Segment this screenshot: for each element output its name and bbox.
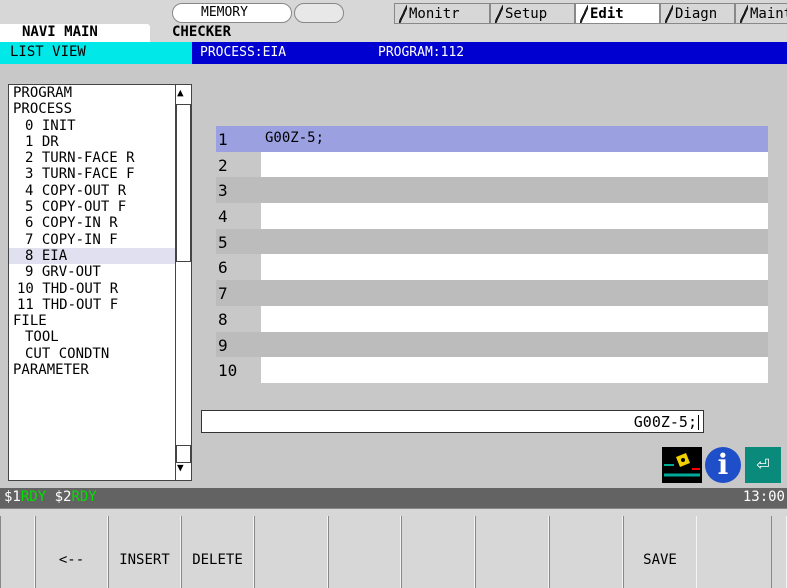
function-key-8[interactable] [475, 516, 549, 588]
memory-label: MEMORY [201, 5, 248, 20]
program-line-row[interactable]: 4 [216, 203, 768, 229]
tab-monitr[interactable]: Monitr [394, 3, 490, 24]
function-key-11[interactable] [771, 516, 787, 588]
tree-item[interactable]: 6 COPY-IN R [9, 215, 191, 231]
list-view-tree[interactable]: PROGRAM PROCESS 0 INIT 1 DR 2 TURN-FACE R3 T… [8, 84, 192, 481]
line-text[interactable] [261, 203, 768, 229]
program-line-row[interactable]: 3 [216, 177, 768, 204]
tree-item[interactable]: CUT CONDTN [9, 346, 191, 362]
function-key-2[interactable]: <-- [35, 516, 108, 588]
process-label: PROCESS:EIA [200, 45, 287, 60]
line-number: 9 [216, 331, 261, 358]
function-key-9[interactable] [549, 516, 623, 588]
program-line-row[interactable]: 1 G00Z-5; [216, 126, 768, 152]
tree-item[interactable]: 3 TURN-FACE F [9, 166, 191, 182]
tree-item[interactable]: FILE [9, 313, 191, 329]
line-text[interactable]: G00Z-5; [261, 126, 768, 152]
line-number: 4 [216, 203, 261, 229]
program-line-row[interactable]: 7 [216, 280, 768, 306]
program-line-row[interactable]: 10 [216, 357, 768, 383]
tab-navi-main[interactable]: NAVI MAIN [0, 24, 150, 42]
program-editor-grid[interactable]: 1 G00Z-5; 2 3 4 5 6 7 8 9 10 [216, 126, 768, 383]
system2-state: RDY [71, 489, 97, 505]
tree-item[interactable]: 9 GRV-OUT [9, 264, 191, 280]
tree-item[interactable]: 7 COPY-IN F [9, 232, 191, 248]
line-number: 8 [216, 305, 261, 332]
function-key-5[interactable] [254, 516, 328, 588]
info-icon[interactable]: i [705, 447, 741, 483]
line-text[interactable] [261, 177, 768, 204]
tree-item[interactable]: PARAMETER [9, 362, 191, 378]
tab-checker[interactable]: CHECKER [148, 24, 278, 42]
tab-setup[interactable]: Setup [490, 3, 575, 24]
scrollbar-thumb[interactable] [176, 104, 191, 262]
tree-item[interactable]: 2 TURN-FACE R [9, 150, 191, 166]
tree-item[interactable]: 8 EIA [9, 247, 191, 265]
program-line-row[interactable]: 9 [216, 331, 768, 358]
program-line-row[interactable]: 2 [216, 151, 768, 178]
status-bar: $1RDY $2RDY 13:00 [0, 488, 787, 508]
tree-item[interactable]: 5 COPY-OUT F [9, 199, 191, 215]
tab-edit[interactable]: Edit [575, 3, 660, 24]
mode-indicator-blank [294, 3, 344, 23]
tab-mainte[interactable]: Mainte [735, 3, 787, 24]
line-number: 7 [216, 280, 261, 306]
line-number: 5 [216, 228, 261, 255]
tab-diagn[interactable]: Diagn [660, 3, 735, 24]
line-text[interactable] [261, 254, 768, 281]
line-text[interactable] [261, 357, 768, 383]
tree-item[interactable]: 10 THD-OUT R [9, 281, 191, 297]
line-number: 10 [216, 357, 261, 383]
program-line-row[interactable]: 5 [216, 228, 768, 255]
function-key-3[interactable]: INSERT [108, 516, 181, 588]
function-key-6[interactable] [328, 516, 401, 588]
tree-item[interactable]: 1 DR [9, 134, 191, 150]
tree-item[interactable]: 11 THD-OUT F [9, 297, 191, 313]
camera-icon[interactable] [662, 447, 702, 483]
tree-item[interactable]: PROGRAM [9, 85, 191, 101]
scroll-up-icon[interactable]: ▲ [177, 86, 184, 99]
line-number: 1 [216, 126, 261, 152]
scroll-down-icon[interactable]: ▼ [177, 461, 184, 474]
top-mode-bar: MEMORY Monitr Setup Edit Diagn Mainte [0, 0, 787, 24]
text-caret [698, 415, 699, 430]
clock: 13:00 [742, 489, 785, 505]
function-key-7[interactable] [401, 516, 475, 588]
line-text[interactable] [261, 228, 768, 255]
subtab-bar: NAVI MAIN CHECKER [0, 24, 787, 42]
line-text[interactable] [261, 280, 768, 306]
function-key-10[interactable]: SAVE [623, 516, 697, 588]
program-line-row[interactable]: 6 [216, 254, 768, 281]
list-view-title: LIST VIEW [0, 42, 192, 64]
tree-item[interactable]: PROCESS [9, 101, 191, 117]
line-number: 6 [216, 254, 261, 281]
program-label: PROGRAM:112 [378, 45, 465, 60]
tree-item[interactable]: TOOL [9, 329, 191, 345]
system2-label: $2 [54, 489, 72, 505]
memory-mode-indicator: MEMORY [172, 3, 292, 23]
tree-item[interactable]: 0 INIT [9, 118, 191, 134]
function-key-4[interactable]: DELETE [181, 516, 254, 588]
line-number: 2 [216, 151, 261, 178]
line-text[interactable] [261, 305, 768, 332]
program-line-row[interactable]: 8 [216, 305, 768, 332]
function-key-1[interactable] [0, 516, 35, 588]
line-text[interactable] [261, 331, 768, 358]
command-input[interactable]: G00Z-5; [201, 410, 704, 433]
line-text[interactable] [261, 151, 768, 178]
system1-state: RDY [20, 489, 47, 505]
system1-label: $1 [4, 489, 21, 505]
enter-icon[interactable]: ⏎ [745, 447, 781, 483]
tree-item[interactable]: 4 COPY-OUT R [9, 183, 191, 199]
line-number: 3 [216, 177, 261, 204]
